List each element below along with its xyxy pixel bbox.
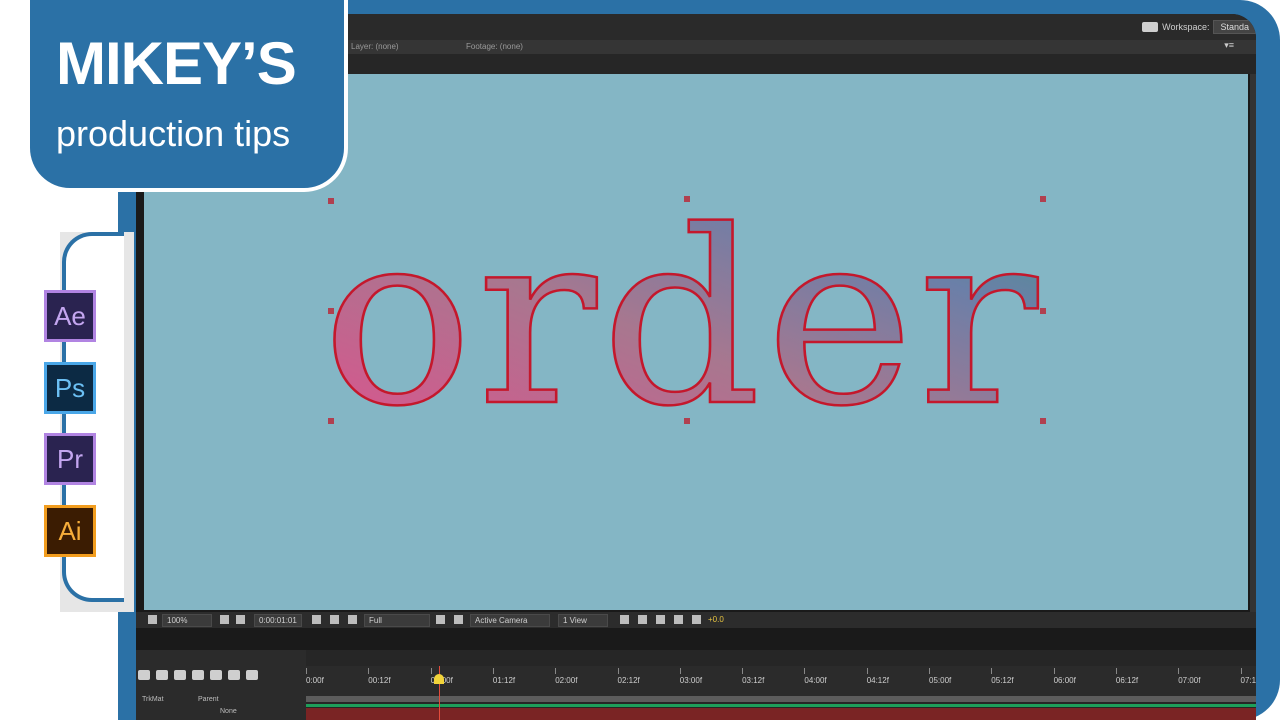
after-effects-app-icon: Ae [44, 290, 96, 342]
grid-icon[interactable] [220, 615, 229, 624]
mikeys-logo-badge: MIKEY’S production tips [26, 0, 348, 192]
ruler-tick: 06:12f [1115, 668, 1139, 685]
workspace-icon [1142, 22, 1159, 32]
shy-icon[interactable] [174, 670, 186, 680]
ruler-tick: 01:12f [492, 668, 516, 685]
frame-blending-icon[interactable] [192, 670, 204, 680]
timeline-layer-area: TrkMat Parent None [136, 650, 306, 720]
ruler-tick: 07:00f [1178, 668, 1201, 685]
screenshot-frame: Workspace: Standa Layer: (none) Footage:… [0, 0, 1280, 720]
text-layer[interactable]: order [322, 202, 1062, 442]
mask-icon[interactable] [236, 615, 245, 624]
draft-3d-icon[interactable] [138, 670, 150, 680]
timeline-icon[interactable] [656, 615, 665, 624]
timeline-panel: TrkMat Parent None 0:00f00:12f01:00f01:1… [136, 650, 1256, 720]
panel-menu-icon[interactable]: ▾≡ [1224, 40, 1234, 51]
brainstorm-icon[interactable] [246, 670, 258, 680]
snapshot-icon[interactable] [312, 615, 321, 624]
viewer-toolbar: 100% 0:00:01:01 Full Active Camera 1 Vie… [136, 612, 1256, 628]
ruler-tick: 02:00f [555, 668, 578, 685]
region-of-interest-icon[interactable] [436, 615, 445, 624]
tab-layer[interactable]: Layer: (none) [351, 42, 399, 51]
layer-track[interactable] [306, 708, 1256, 720]
exposure-value[interactable]: +0.0 [708, 614, 724, 625]
layer-duration-bar[interactable] [306, 704, 1256, 707]
badge-subtitle: production tips [56, 113, 291, 154]
workspace-control[interactable]: Workspace: Standa [1142, 20, 1256, 34]
ruler-tick: 0:00f [306, 668, 324, 685]
workspace-label: Workspace: [1162, 22, 1210, 32]
ruler-tick: 07:12f [1240, 668, 1256, 685]
premiere-app-icon: Pr [44, 433, 96, 485]
ruler-tick: 04:00f [804, 668, 827, 685]
timeline-switches [138, 670, 258, 680]
ruler-tick: 03:12f [742, 668, 765, 685]
illustrator-app-icon: Ai [44, 505, 96, 557]
ruler-tick: 05:12f [991, 668, 1014, 685]
ruler-tick: 04:12f [866, 668, 889, 685]
column-trkmat: TrkMat [142, 696, 164, 703]
motion-blur-icon[interactable] [210, 670, 222, 680]
text-layer-glyphs: order [322, 202, 1042, 442]
show-snapshot-icon[interactable] [330, 615, 339, 624]
color-channel-icon[interactable] [348, 615, 357, 624]
zoom-dropdown[interactable]: 100% [162, 614, 212, 627]
ruler-tick: 03:00f [679, 668, 703, 685]
ruler-tick: 02:12f [617, 668, 640, 685]
right-panel-edge [1250, 74, 1256, 614]
photoshop-app-icon: Ps [44, 362, 96, 414]
column-parent: Parent [198, 696, 219, 703]
exposure-icon[interactable] [692, 615, 701, 624]
badge-title: MIKEY’S [56, 30, 297, 97]
flowchart-icon[interactable] [674, 615, 683, 624]
toggle-pixel-aspect-icon[interactable] [620, 615, 629, 624]
playhead-handle[interactable] [434, 674, 444, 684]
always-preview-icon[interactable] [148, 615, 157, 624]
comp-flowchart-icon[interactable] [156, 670, 168, 680]
graph-editor-icon[interactable] [228, 670, 240, 680]
fast-previews-icon[interactable] [638, 615, 647, 624]
tab-footage[interactable]: Footage: (none) [466, 42, 523, 51]
ruler-tick: 05:00f [929, 668, 952, 685]
ruler-tick: 00:12f [368, 668, 391, 685]
panel-gap [136, 628, 1256, 650]
transparency-grid-icon[interactable] [454, 615, 463, 624]
work-area-bar[interactable] [306, 696, 1256, 702]
parent-dropdown[interactable]: None [220, 708, 237, 715]
resolution-dropdown[interactable]: Full [364, 614, 430, 627]
current-time[interactable]: 0:00:01:01 [254, 614, 302, 627]
ruler-tick: 06:00f [1053, 668, 1076, 685]
view-layout-dropdown[interactable]: 1 View [558, 614, 608, 627]
camera-dropdown[interactable]: Active Camera [470, 614, 550, 627]
workspace-dropdown[interactable]: Standa [1213, 20, 1256, 34]
time-ruler[interactable]: 0:00f00:12f01:00f01:12f02:00f02:12f03:00… [306, 666, 1256, 696]
